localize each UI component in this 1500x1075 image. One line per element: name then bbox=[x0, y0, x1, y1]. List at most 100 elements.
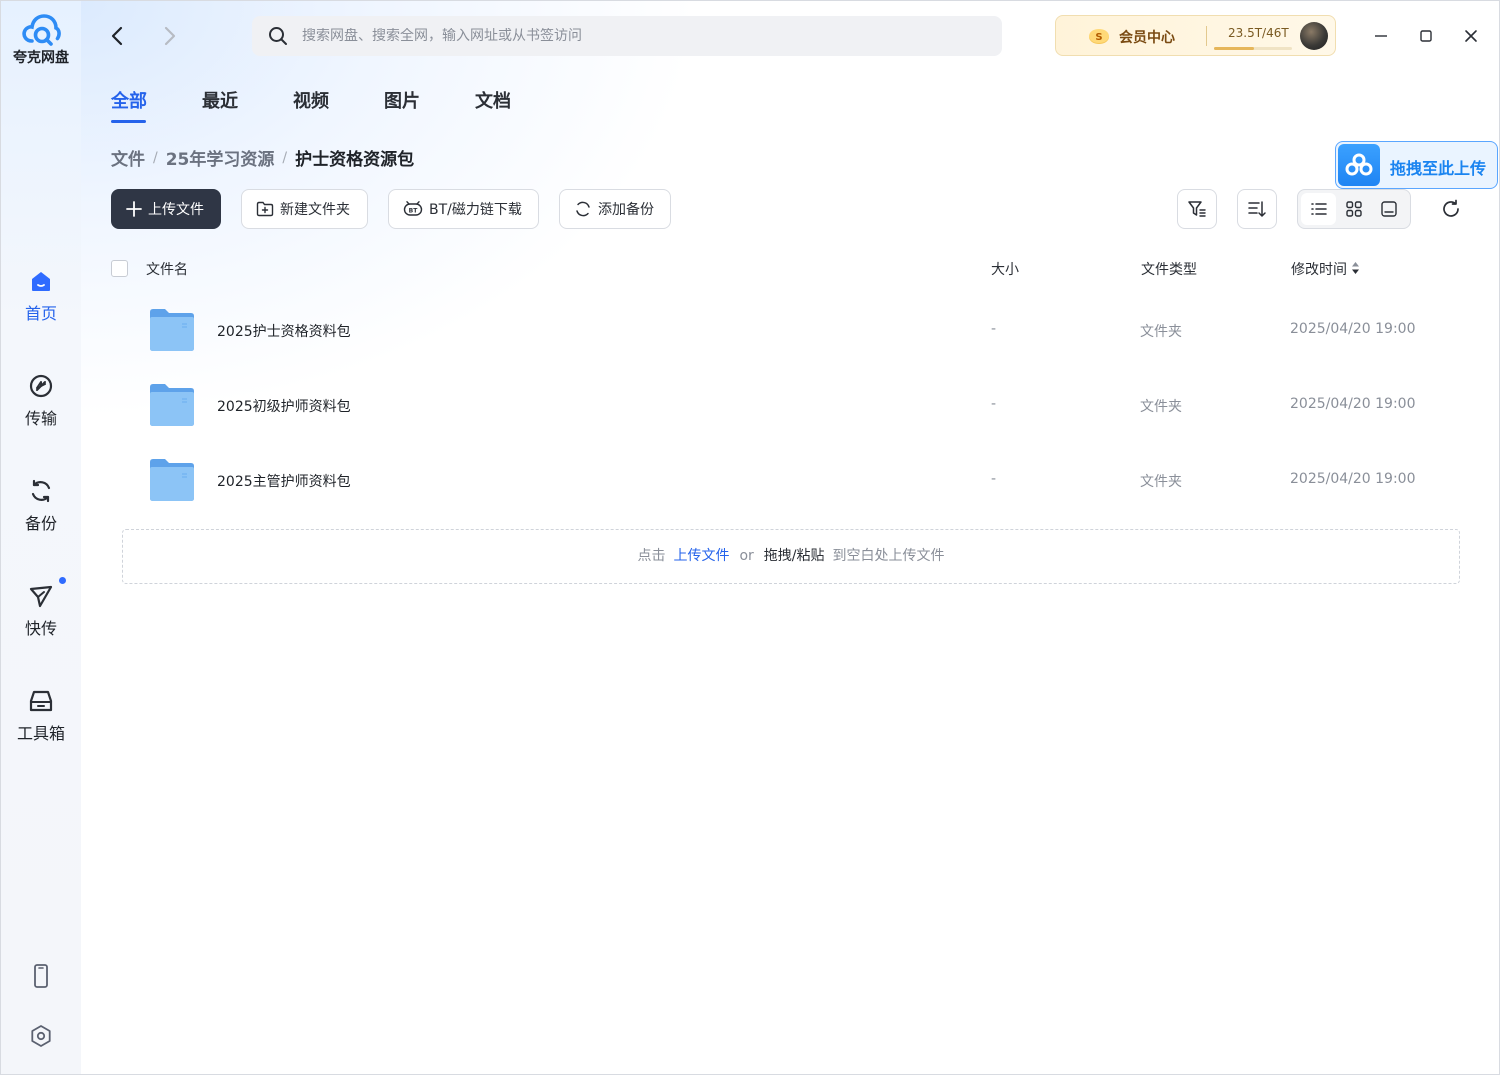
drag-upload-badge[interactable]: 拖拽至此上传 bbox=[1335, 141, 1498, 189]
breadcrumb: 文件 / 25年学习资源 / 护士资格资源包 bbox=[111, 145, 415, 171]
vip-center-link[interactable]: 会员中心 bbox=[1119, 27, 1175, 47]
app-window: 夸克网盘 首页 传输 备份 快传 工具箱 搜索网盘、搜索全网，输入网址或从书签访… bbox=[0, 0, 1500, 1075]
file-modified: 2025/04/20 19:00 bbox=[1290, 471, 1416, 487]
backup-icon bbox=[576, 201, 590, 217]
table-row[interactable]: 2025主管护师资料包 - 文件夹 2025/04/20 19:00 bbox=[111, 444, 1461, 519]
tab-image[interactable]: 图片 bbox=[384, 87, 420, 113]
drop-zone-prefix: 点击 bbox=[637, 548, 666, 564]
refresh-icon[interactable] bbox=[1440, 198, 1462, 220]
phone-icon[interactable] bbox=[28, 963, 54, 989]
sort-toggle-icon bbox=[1352, 262, 1359, 274]
svg-text:S: S bbox=[1095, 32, 1102, 43]
add-backup-label: 添加备份 bbox=[598, 202, 654, 218]
column-header-size[interactable]: 大小 bbox=[991, 259, 1019, 279]
grid-view-button[interactable] bbox=[1336, 193, 1371, 225]
forward-arrow-icon[interactable] bbox=[156, 23, 182, 49]
search-icon bbox=[269, 27, 287, 45]
sidebar-item-label: 传输 bbox=[24, 409, 57, 428]
folder-icon bbox=[150, 309, 194, 351]
grid-icon bbox=[1346, 201, 1362, 217]
backup-icon bbox=[31, 479, 51, 503]
plus-icon bbox=[126, 201, 142, 217]
sidebar-item-label: 首页 bbox=[24, 304, 57, 323]
file-type: 文件夹 bbox=[1140, 474, 1182, 490]
avatar[interactable] bbox=[1300, 22, 1328, 50]
back-arrow-icon[interactable] bbox=[105, 23, 131, 49]
drop-zone-upload-link[interactable]: 上传文件 bbox=[673, 548, 729, 564]
column-header-type[interactable]: 文件类型 bbox=[1141, 259, 1197, 279]
vip-coin-icon: S bbox=[1089, 29, 1109, 44]
breadcrumb-item[interactable]: 25年学习资源 bbox=[166, 145, 275, 170]
tab-video[interactable]: 视频 bbox=[293, 87, 329, 113]
view-mode-group bbox=[1297, 189, 1411, 229]
bt-download-label: BT/磁力链下载 bbox=[429, 202, 522, 218]
sidebar-item-transfer[interactable]: 传输 bbox=[1, 373, 81, 429]
sidebar-item-backup[interactable]: 备份 bbox=[1, 478, 81, 534]
tab-all[interactable]: 全部 bbox=[111, 87, 147, 113]
new-folder-button[interactable]: 新建文件夹 bbox=[241, 189, 368, 229]
quark-cloud-icon bbox=[22, 14, 61, 46]
breadcrumb-separator: / bbox=[153, 149, 158, 166]
sidebar-item-label: 快传 bbox=[24, 619, 57, 638]
storage-bar-fill bbox=[1214, 47, 1254, 50]
preview-view-button[interactable] bbox=[1372, 193, 1407, 225]
app-logo[interactable]: 夸克网盘 bbox=[11, 11, 71, 67]
table-header: 文件名 大小 文件类型 修改时间 bbox=[1, 259, 1499, 281]
quick-send-icon bbox=[29, 585, 53, 608]
table-row[interactable]: 2025初级护师资料包 - 文件夹 2025/04/20 19:00 bbox=[111, 369, 1461, 444]
upload-drop-zone[interactable]: 点击 上传文件 or 拖拽/粘贴 到空白处上传文件 bbox=[122, 529, 1460, 584]
file-modified: 2025/04/20 19:00 bbox=[1290, 396, 1416, 412]
file-name: 2025初级护师资料包 bbox=[217, 399, 351, 415]
new-folder-label: 新建文件夹 bbox=[280, 202, 350, 218]
tab-recent[interactable]: 最近 bbox=[202, 87, 238, 113]
breadcrumb-separator: / bbox=[282, 149, 288, 166]
tab-document[interactable]: 文档 bbox=[475, 87, 511, 113]
transfer-icon bbox=[29, 374, 53, 398]
settings-icon[interactable] bbox=[28, 1023, 54, 1049]
column-header-modified-label: 修改时间 bbox=[1291, 262, 1347, 278]
tab-underline bbox=[111, 120, 146, 123]
sidebar: 夸克网盘 首页 传输 备份 快传 工具箱 bbox=[1, 1, 81, 1074]
sidebar-item-label: 备份 bbox=[24, 514, 57, 533]
drag-upload-icon-bg bbox=[1338, 144, 1380, 186]
file-modified: 2025/04/20 19:00 bbox=[1290, 321, 1416, 337]
drop-zone-or: or bbox=[739, 548, 754, 564]
preview-icon bbox=[1381, 201, 1398, 217]
file-name: 2025护士资格资料包 bbox=[217, 324, 351, 340]
column-header-modified[interactable]: 修改时间 bbox=[1291, 259, 1360, 279]
new-folder-icon bbox=[256, 201, 274, 217]
file-type: 文件夹 bbox=[1140, 399, 1182, 415]
sidebar-item-quick-send[interactable]: 快传 bbox=[1, 577, 81, 639]
storage-usage: 23.5T/46T bbox=[1228, 26, 1289, 40]
close-icon[interactable] bbox=[1460, 25, 1482, 47]
maximize-icon[interactable] bbox=[1415, 25, 1437, 47]
breadcrumb-item[interactable]: 文件 bbox=[111, 145, 145, 170]
bt-download-button[interactable]: BT BT/磁力链下载 bbox=[388, 189, 539, 229]
sort-icon bbox=[1248, 201, 1266, 217]
toolbox-icon bbox=[29, 690, 53, 712]
search-bar[interactable] bbox=[252, 16, 1002, 56]
breadcrumb-current: 护士资格资源包 bbox=[295, 150, 415, 170]
storage-bar bbox=[1214, 47, 1292, 50]
file-size: - bbox=[991, 321, 997, 337]
cloud-upload-icon bbox=[1345, 153, 1373, 176]
minimize-icon[interactable] bbox=[1370, 25, 1392, 47]
file-type: 文件夹 bbox=[1140, 324, 1182, 340]
folder-icon bbox=[150, 384, 194, 426]
file-size: - bbox=[991, 471, 997, 487]
list-view-button[interactable] bbox=[1301, 193, 1337, 225]
search-input[interactable] bbox=[302, 28, 982, 44]
drop-zone-drag-paste: 拖拽/粘贴 bbox=[763, 548, 825, 564]
drop-zone-suffix: 到空白处上传文件 bbox=[832, 548, 945, 564]
table-row[interactable]: 2025护士资格资料包 - 文件夹 2025/04/20 19:00 bbox=[111, 294, 1461, 369]
sort-button[interactable] bbox=[1237, 189, 1277, 229]
column-header-name[interactable]: 文件名 bbox=[146, 259, 188, 279]
upload-button[interactable]: 上传文件 bbox=[111, 189, 221, 229]
list-icon bbox=[1310, 203, 1327, 215]
app-name: 夸克网盘 bbox=[13, 50, 69, 66]
filter-button[interactable] bbox=[1177, 189, 1217, 229]
notification-dot bbox=[59, 577, 66, 584]
sidebar-item-toolbox[interactable]: 工具箱 bbox=[1, 688, 81, 744]
file-name: 2025主管护师资料包 bbox=[217, 474, 351, 490]
add-backup-button[interactable]: 添加备份 bbox=[559, 189, 671, 229]
